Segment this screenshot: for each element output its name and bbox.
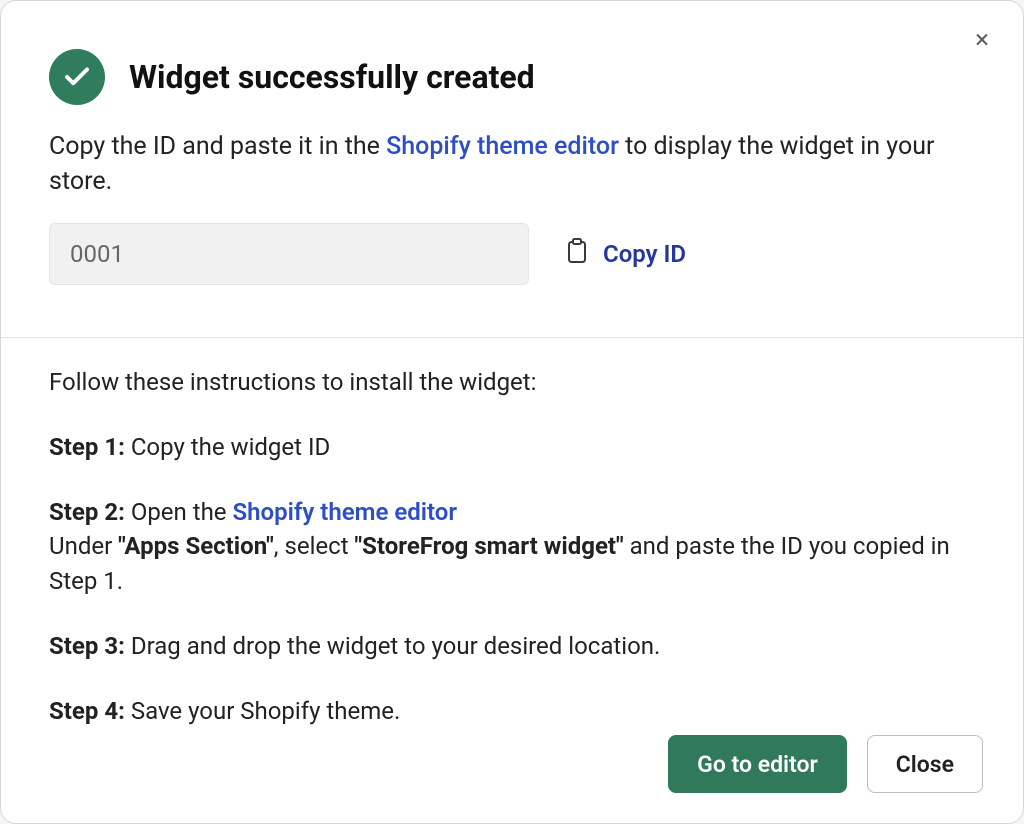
dialog-title: Widget successfully created <box>129 58 535 96</box>
step-2-label: Step 2: <box>49 498 125 526</box>
subtitle-text-pre: Copy the ID and paste it in the <box>49 132 386 161</box>
copy-id-button[interactable]: Copy ID <box>565 237 686 271</box>
step-3-label: Step 3: <box>49 632 125 660</box>
dialog-footer: Go to editor Close <box>668 735 983 793</box>
step-2-line2-pre: Under <box>49 532 118 560</box>
widget-id-row: 0001 Copy ID <box>49 223 975 285</box>
step-3: Step 3: Drag and drop the widget to your… <box>49 629 975 664</box>
copy-id-label: Copy ID <box>603 240 686 268</box>
dialog-subtitle: Copy the ID and paste it in the Shopify … <box>49 129 975 199</box>
theme-editor-link[interactable]: Shopify theme editor <box>386 132 619 161</box>
dialog-header: Widget successfully created <box>49 49 975 105</box>
success-check-icon <box>49 49 105 105</box>
widget-id-field[interactable]: 0001 <box>49 223 529 285</box>
step-4-text: Save your Shopify theme. <box>125 697 400 725</box>
step-1-label: Step 1: <box>49 433 125 461</box>
step-1-text: Copy the widget ID <box>125 433 330 461</box>
step-3-text: Drag and drop the widget to your desired… <box>125 632 661 660</box>
step-2-pre: Open the <box>125 498 233 526</box>
clipboard-icon <box>565 237 589 271</box>
widget-created-dialog: × Widget successfully created Copy the I… <box>0 0 1024 824</box>
go-to-editor-button[interactable]: Go to editor <box>668 735 847 793</box>
step-2-widget-name: "StoreFrog smart widget" <box>355 532 624 560</box>
section-divider <box>1 337 1023 338</box>
close-icon[interactable]: × <box>975 27 989 53</box>
step-4-label: Step 4: <box>49 697 125 725</box>
step-2-apps-section: "Apps Section" <box>118 532 274 560</box>
step-2: Step 2: Open the Shopify theme editor Un… <box>49 495 975 599</box>
step-4: Step 4: Save your Shopify theme. <box>49 694 975 729</box>
instructions-intro: Follow these instructions to install the… <box>49 365 975 400</box>
step-2-mid: , select <box>274 532 355 560</box>
widget-id-value: 0001 <box>70 240 124 268</box>
close-button[interactable]: Close <box>867 735 983 793</box>
step-1: Step 1: Copy the widget ID <box>49 430 975 465</box>
install-instructions: Follow these instructions to install the… <box>49 365 975 729</box>
step-2-theme-editor-link[interactable]: Shopify theme editor <box>232 498 457 526</box>
